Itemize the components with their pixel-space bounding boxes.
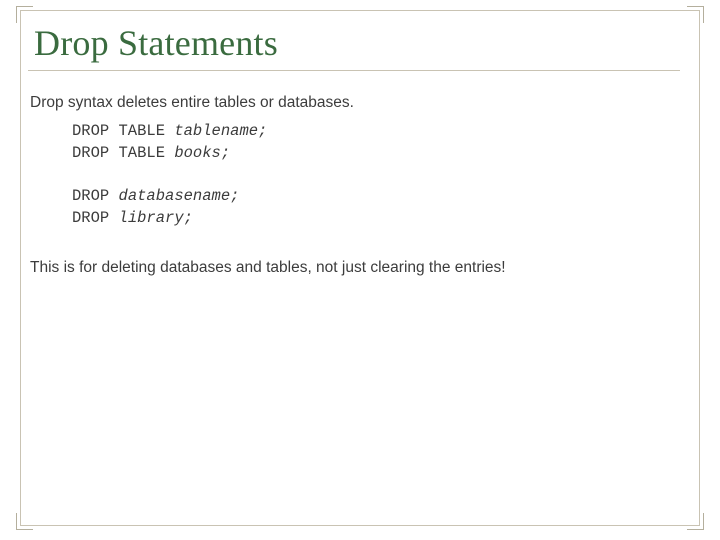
code-block-drop-database: DROP databasename; DROP library; xyxy=(72,185,692,230)
spacer xyxy=(28,165,692,183)
corner-ornament xyxy=(687,6,704,23)
corner-ornament xyxy=(16,6,33,23)
note-text: This is for deleting databases and table… xyxy=(30,258,692,279)
slide-body: Drop syntax deletes entire tables or dat… xyxy=(28,93,692,279)
slide-title: Drop Statements xyxy=(34,22,692,64)
code-block-drop-table: DROP TABLE tablename; DROP TABLE books; xyxy=(72,120,692,165)
title-underline xyxy=(28,70,680,71)
code-argument: databasename; xyxy=(119,187,240,205)
code-argument: books; xyxy=(174,144,230,162)
code-keyword: DROP TABLE xyxy=(72,144,174,162)
slide: Drop Statements Drop syntax deletes enti… xyxy=(0,0,720,540)
code-keyword: DROP xyxy=(72,187,119,205)
code-argument: tablename; xyxy=(174,122,267,140)
code-argument: library; xyxy=(119,209,193,227)
intro-text: Drop syntax deletes entire tables or dat… xyxy=(30,93,692,114)
corner-ornament xyxy=(687,513,704,530)
corner-ornament xyxy=(16,513,33,530)
code-keyword: DROP TABLE xyxy=(72,122,174,140)
code-keyword: DROP xyxy=(72,209,119,227)
